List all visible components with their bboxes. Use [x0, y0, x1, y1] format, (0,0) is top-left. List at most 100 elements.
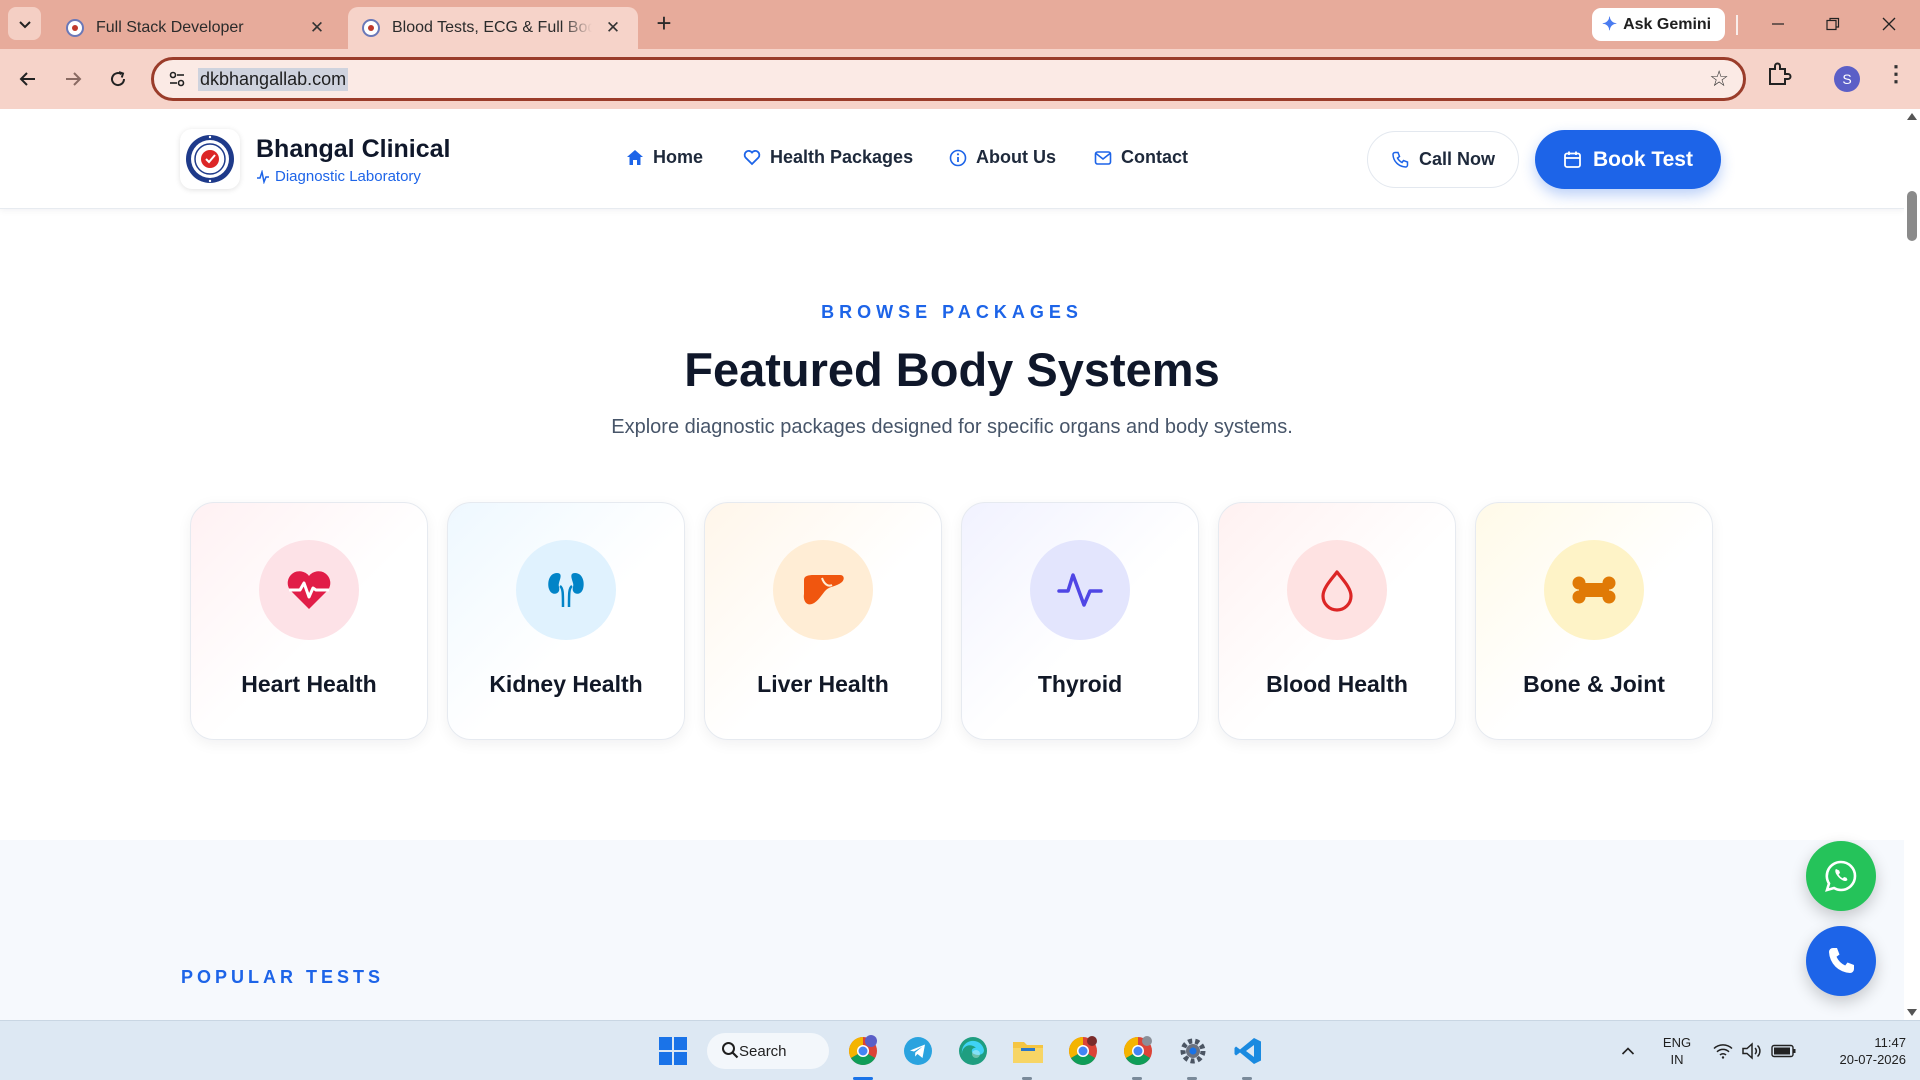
lang-bottom: IN — [1670, 1052, 1684, 1067]
browser-tab-strip: Full Stack Developer ✕ Blood Tests, ECG … — [0, 0, 1920, 49]
section-title: Featured Body Systems — [684, 343, 1220, 396]
taskbar-search[interactable]: Search — [707, 1033, 829, 1069]
scroll-up-arrow-icon[interactable] — [1907, 113, 1917, 120]
taskbar-settings[interactable] — [1173, 1031, 1213, 1071]
taskbar-vscode[interactable] — [1228, 1031, 1268, 1071]
call-now-button[interactable]: Call Now — [1367, 131, 1519, 188]
book-test-label: Book Test — [1593, 147, 1693, 171]
telegram-icon — [904, 1037, 932, 1065]
wifi-status[interactable] — [1708, 1031, 1738, 1071]
icon-circle — [773, 540, 873, 640]
nav-contact-label: Contact — [1121, 147, 1188, 167]
reload-button[interactable] — [101, 62, 135, 96]
nav-home-label: Home — [653, 147, 704, 167]
brand-subtitle-text: Diagnostic Laboratory — [275, 168, 421, 185]
taskbar-chrome-2[interactable] — [1063, 1031, 1103, 1071]
nav-home[interactable]: Home — [626, 147, 703, 168]
nav-health-packages-label: Health Packages — [770, 147, 914, 167]
minimize-button[interactable] — [1763, 10, 1793, 38]
volume-status[interactable] — [1737, 1031, 1767, 1071]
icon-circle — [1544, 540, 1644, 640]
scrollbar-thumb[interactable] — [1907, 191, 1917, 241]
close-icon[interactable]: ✕ — [602, 17, 624, 39]
taskbar-edge[interactable] — [953, 1031, 993, 1071]
card-label: Blood Health — [1266, 671, 1408, 697]
gemini-sparkle-icon: ✦ — [1602, 14, 1618, 34]
section-eyebrow: BROWSE PACKAGES — [821, 302, 1083, 322]
lang-top: ENG — [1662, 1035, 1692, 1050]
search-icon — [722, 1042, 739, 1059]
floating-call-button[interactable] — [1806, 926, 1876, 996]
bookmark-star-icon[interactable]: ☆ — [1709, 66, 1729, 92]
card-thyroid[interactable]: Thyroid — [961, 502, 1199, 740]
close-icon[interactable]: ✕ — [306, 17, 328, 39]
taskbar-telegram[interactable] — [898, 1031, 938, 1071]
icon-circle — [259, 540, 359, 640]
card-label: Bone & Joint — [1523, 671, 1665, 697]
brand-name[interactable]: Bhangal Clinical — [256, 135, 450, 164]
activity-icon — [257, 169, 269, 184]
extensions-icon[interactable] — [1765, 60, 1793, 88]
browser-tab-1[interactable]: Full Stack Developer ✕ — [52, 7, 342, 49]
card-bone-joint[interactable]: Bone & Joint — [1475, 502, 1713, 740]
book-test-button[interactable]: Book Test — [1535, 130, 1721, 189]
card-kidney-health[interactable]: Kidney Health — [447, 502, 685, 740]
home-icon — [627, 150, 643, 165]
info-icon — [949, 149, 967, 166]
clock-date: 20-07-2026 — [1839, 1052, 1907, 1067]
nav-health-packages[interactable]: Health Packages — [743, 147, 913, 168]
show-hidden-icons-button[interactable] — [1608, 1031, 1648, 1071]
clock[interactable]: 11:47 20-07-2026 — [1812, 1034, 1907, 1068]
chrome-icon — [1069, 1036, 1097, 1065]
card-liver-health[interactable]: Liver Health — [704, 502, 942, 740]
battery-icon — [1771, 1044, 1796, 1058]
taskbar-chrome-3[interactable] — [1118, 1031, 1158, 1071]
ask-gemini-button[interactable]: ✦ Ask Gemini — [1592, 8, 1726, 41]
chrome-icon — [849, 1035, 877, 1065]
address-bar[interactable]: dkbhangallab.com ☆ — [151, 57, 1746, 101]
forward-button[interactable] — [56, 62, 90, 96]
battery-status[interactable] — [1768, 1031, 1800, 1071]
back-button[interactable] — [11, 62, 45, 96]
popular-tests-section — [0, 840, 1904, 1020]
card-blood-health[interactable]: Blood Health — [1218, 502, 1456, 740]
arrow-right-icon — [66, 72, 82, 86]
brand-logo[interactable] — [180, 129, 240, 189]
close-icon — [1882, 17, 1896, 31]
windows-logo-icon — [659, 1037, 687, 1065]
section-subtitle: Explore diagnostic packages designed for… — [611, 416, 1293, 438]
taskbar-file-explorer[interactable] — [1008, 1031, 1048, 1071]
close-window-button[interactable] — [1874, 10, 1904, 38]
chrome-icon — [1124, 1036, 1152, 1065]
site-favicon-icon — [66, 19, 84, 37]
browser-tab-2[interactable]: Blood Tests, ECG & Full Body Checkup ✕ — [348, 7, 638, 49]
page-scrollbar[interactable] — [1904, 109, 1920, 1020]
card-label: Kidney Health — [489, 671, 643, 697]
activity-icon — [1057, 573, 1103, 607]
browser-menu-icon[interactable]: ⋮ — [1885, 63, 1907, 85]
ask-gemini-label: Ask Gemini — [1623, 15, 1712, 33]
restore-button[interactable] — [1818, 10, 1848, 38]
chevron-up-icon — [1621, 1047, 1635, 1055]
phone-icon — [1829, 948, 1854, 973]
profile-avatar[interactable]: S — [1834, 66, 1860, 92]
new-tab-button[interactable]: + — [650, 10, 678, 38]
start-button[interactable] — [653, 1031, 693, 1071]
minimize-icon — [1772, 23, 1784, 25]
nav-contact[interactable]: Contact — [1094, 147, 1188, 168]
site-info-icon[interactable] — [166, 68, 188, 90]
card-heart-health[interactable]: Heart Health — [190, 502, 428, 740]
site-favicon-icon — [362, 19, 380, 37]
tab-search-button[interactable] — [8, 7, 41, 40]
clock-time: 11:47 — [1874, 1035, 1906, 1050]
taskbar-chrome-profile[interactable] — [843, 1031, 883, 1071]
whatsapp-button[interactable] — [1806, 841, 1876, 911]
nav-about-us[interactable]: About Us — [949, 147, 1056, 168]
phone-icon — [1392, 151, 1409, 168]
calendar-icon — [1564, 151, 1581, 168]
whatsapp-icon — [1825, 860, 1857, 892]
scroll-down-arrow-icon[interactable] — [1907, 1009, 1917, 1016]
tab-title: Full Stack Developer — [96, 19, 244, 36]
reload-icon — [111, 71, 126, 87]
input-language-indicator[interactable]: ENG IN — [1660, 1034, 1694, 1068]
